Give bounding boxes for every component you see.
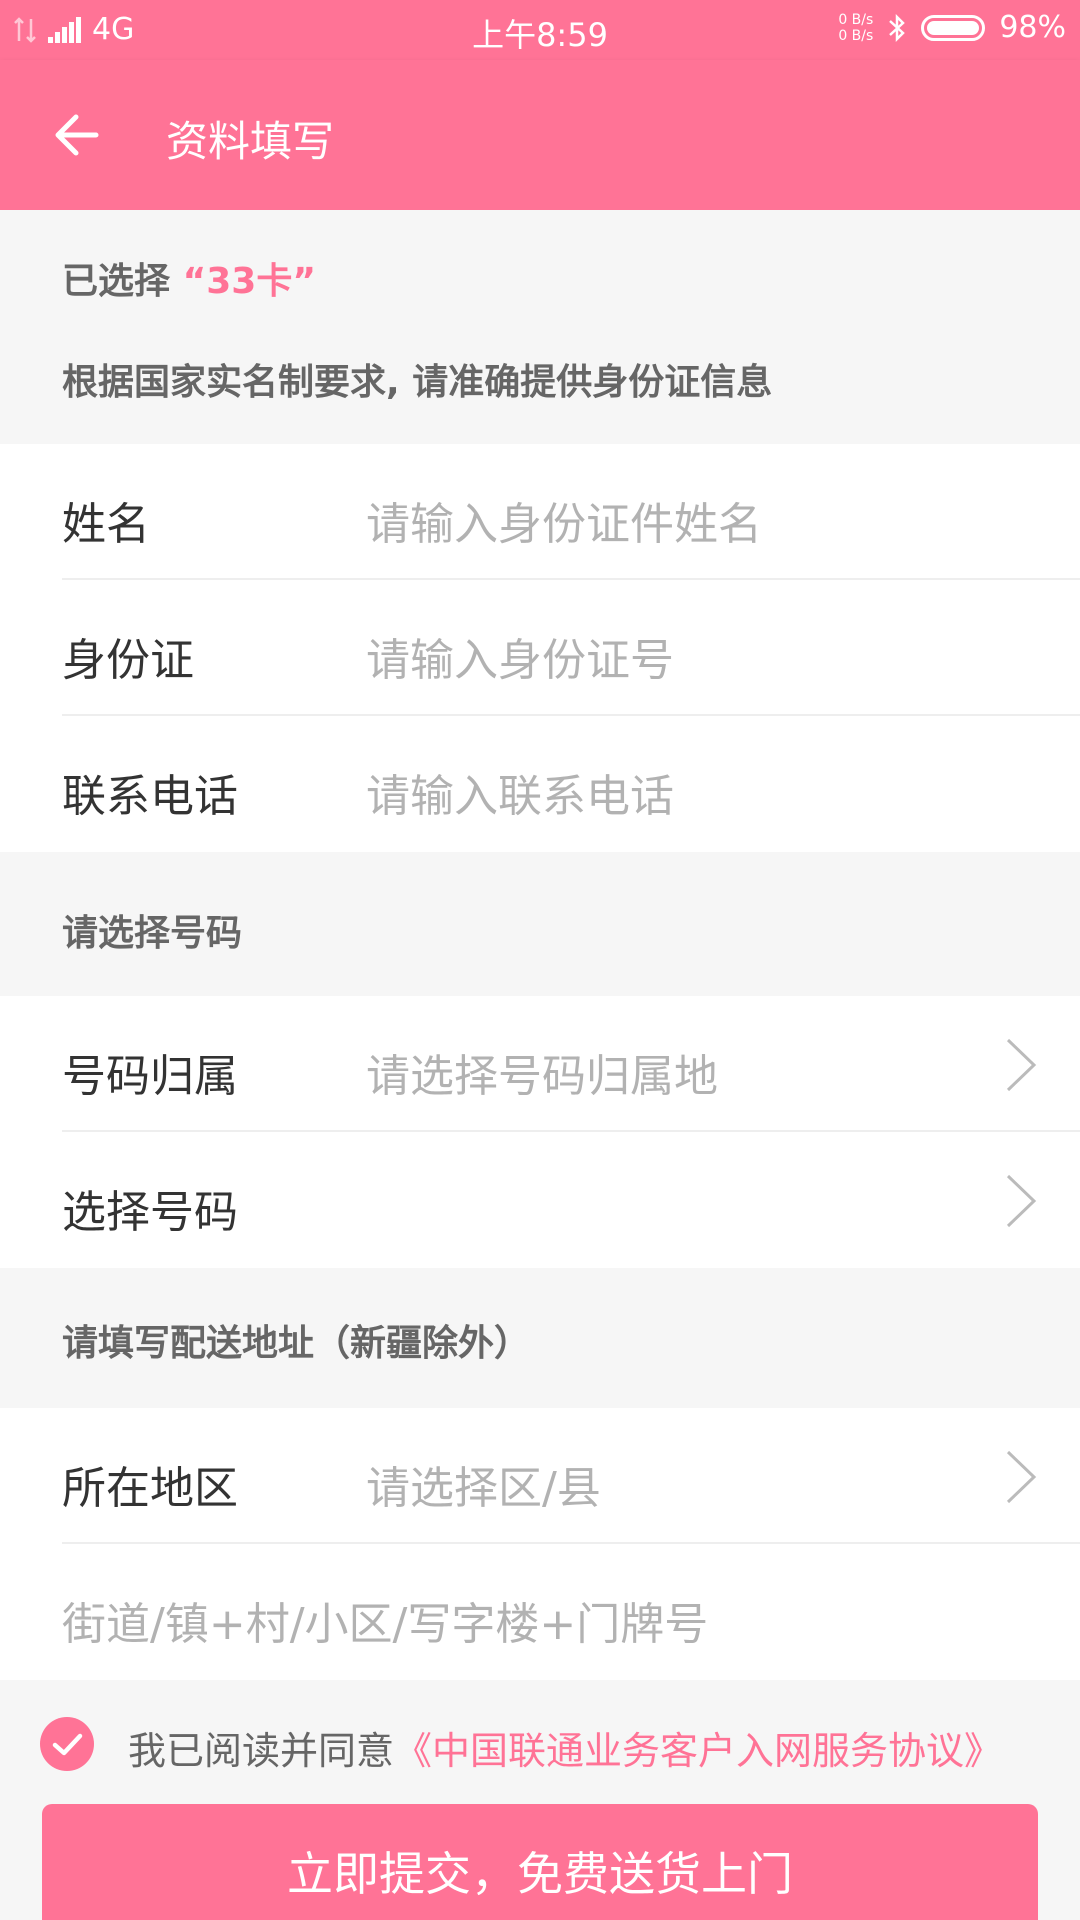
net-down: 0 B/s — [838, 27, 874, 44]
battery-icon — [921, 14, 986, 41]
name-row[interactable]: 姓名 请输入身份证件姓名 — [0, 444, 1080, 580]
net-up: 0 B/s — [838, 11, 874, 28]
submit-button[interactable]: 立即提交，免费送货上门 — [42, 1804, 1038, 1920]
agreement-link[interactable]: 《中国联通业务客户入网服务协议》 — [394, 1729, 1002, 1773]
selection-header: 已选择 “33卡” 根据国家实名制要求, 请准确提供身份证信息 — [0, 210, 1080, 444]
region-label: 所在地区 — [62, 1463, 238, 1514]
choose-number-row[interactable]: 选择号码 — [0, 1132, 1080, 1268]
name-input[interactable]: 请输入身份证件姓名 — [366, 488, 762, 552]
street-row[interactable]: 街道/镇+村/小区/写字楼+门牌号 — [0, 1544, 1080, 1680]
net-speed: 0 B/s 0 B/s — [838, 12, 873, 44]
chevron-right-icon — [1006, 1450, 1037, 1504]
address-section-title: 请填写配送地址（新疆除外） — [62, 1323, 531, 1364]
phone-input[interactable]: 请输入联系电话 — [366, 760, 674, 824]
selected-prefix: 已选择 — [62, 261, 171, 302]
phone-row[interactable]: 联系电话 请输入联系电话 — [0, 716, 1080, 852]
chevron-right-icon — [1006, 1174, 1037, 1228]
id-card-label: 身份证 — [62, 635, 194, 686]
id-card-row[interactable]: 身份证 请输入身份证号 — [0, 580, 1080, 716]
number-location-select[interactable]: 请选择号码归属地 — [366, 1040, 718, 1104]
street-input[interactable]: 街道/镇+村/小区/写字楼+门牌号 — [62, 1588, 708, 1652]
status-right: 0 B/s 0 B/s 98% — [838, 10, 1066, 45]
app-bar: 资料填写 — [0, 60, 1080, 210]
agreement-checkbox[interactable] — [40, 1717, 94, 1771]
id-card-input[interactable]: 请输入身份证号 — [366, 624, 674, 688]
address-section-header: 请填写配送地址（新疆除外） — [0, 1270, 1080, 1408]
phone-label: 联系电话 — [62, 771, 238, 822]
battery-level: 98% — [999, 10, 1066, 45]
name-label: 姓名 — [62, 499, 150, 550]
status-bar: 4G 上午8:59 0 B/s 0 B/s 98% — [0, 0, 1080, 60]
back-arrow-icon[interactable] — [48, 105, 108, 165]
agreement-prefix: 我已阅读并同意 — [128, 1729, 395, 1773]
check-icon — [52, 1733, 83, 1756]
bluetooth-icon — [889, 13, 906, 42]
selected-card-name: “33卡” — [182, 261, 316, 302]
region-row[interactable]: 所在地区 请选择区/县 — [0, 1408, 1080, 1544]
number-location-row[interactable]: 号码归属 请选择号码归属地 — [0, 996, 1080, 1132]
choose-number-label: 选择号码 — [62, 1187, 238, 1238]
region-select[interactable]: 请选择区/县 — [366, 1452, 601, 1516]
number-section-header: 请选择号码 — [0, 860, 1080, 996]
chevron-right-icon — [1006, 1038, 1037, 1092]
agreement-row: 我已阅读并同意《中国联通业务客户入网服务协议》 — [0, 1680, 1080, 1790]
realname-notice: 根据国家实名制要求, 请准确提供身份证信息 — [62, 362, 773, 403]
agreement-text: 我已阅读并同意《中国联通业务客户入网服务协议》 — [128, 1720, 1002, 1775]
number-location-label: 号码归属 — [62, 1051, 238, 1102]
number-section-title: 请选择号码 — [62, 913, 243, 954]
selected-card: 已选择 “33卡” — [62, 252, 316, 304]
page-title: 资料填写 — [166, 117, 335, 166]
